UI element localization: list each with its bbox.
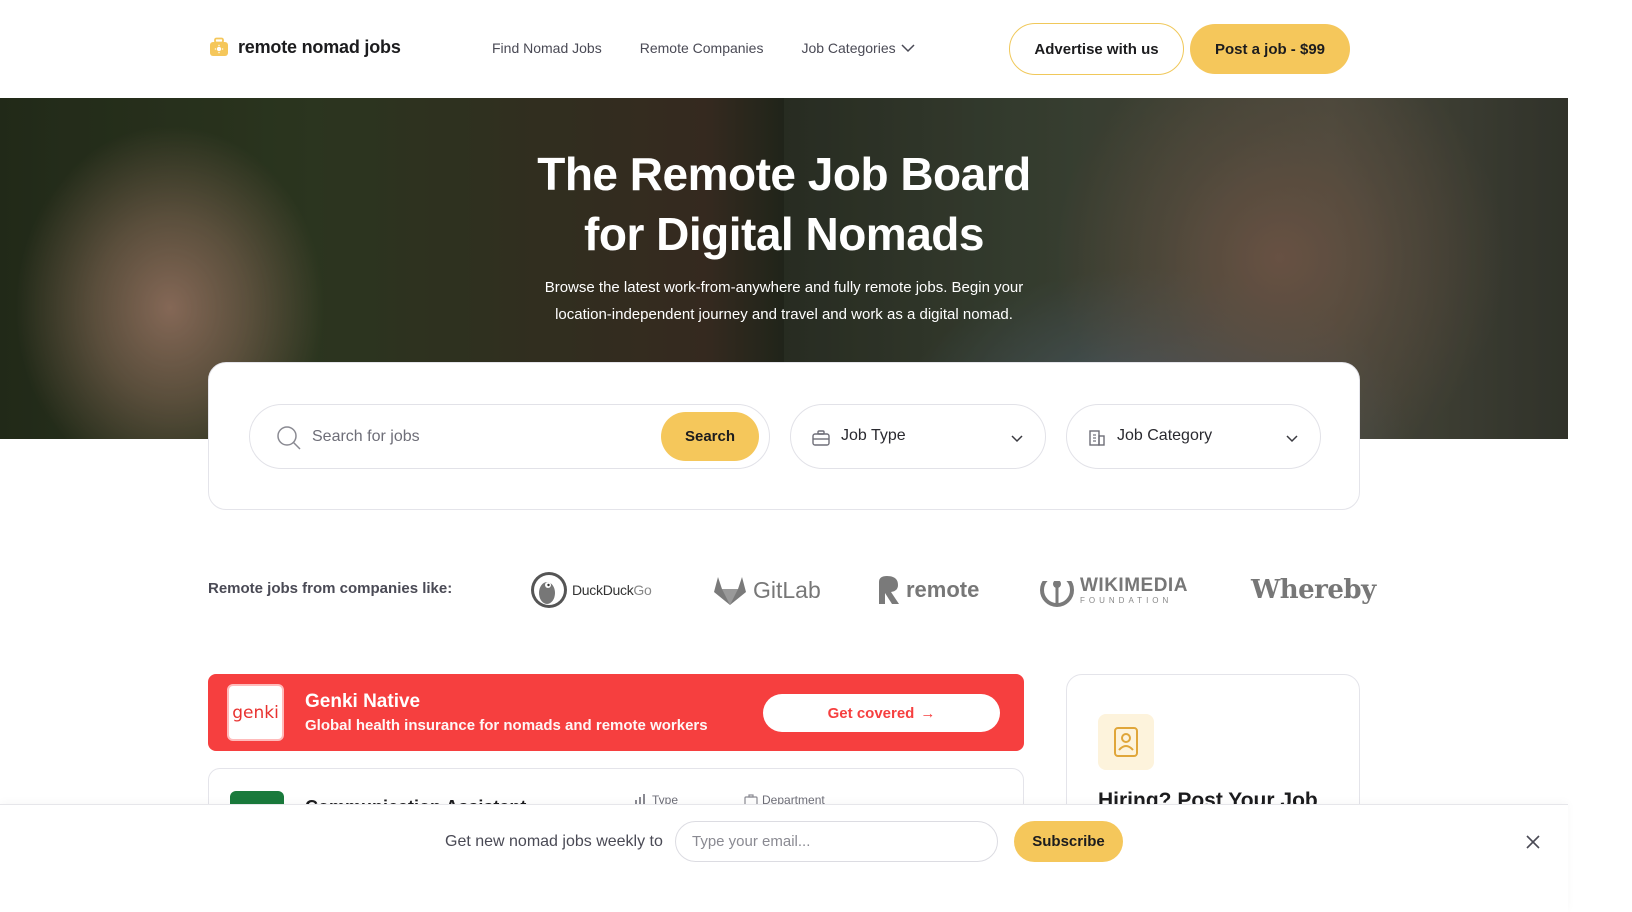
company-logo-gitlab[interactable]: GitLab [713,570,821,610]
id-badge-icon [1098,714,1154,770]
nav-find-jobs[interactable]: Find Nomad Jobs [492,40,602,56]
job-type-label: Job Type [841,427,906,444]
get-covered-label: Get covered [827,704,915,722]
wikimedia-name: WIKIMEDIA [1080,574,1188,596]
duckduckgo-icon [531,572,567,608]
promo-title: Genki Native [305,691,421,712]
nav-remote-companies-label: Remote Companies [639,40,764,56]
arrow-right-icon: → [920,704,936,722]
job-category-select[interactable]: Job Category [1066,404,1321,469]
hero-subtitle: Browse the latest work-from-anywhere and… [0,274,1568,328]
company-logo-whereby[interactable]: Whereby [1251,570,1376,610]
chevron-down-icon [1011,435,1023,443]
newsletter-label: Get new nomad jobs weekly to [445,833,663,850]
close-icon[interactable] [1524,833,1542,851]
company-logo-remote[interactable]: remote [876,570,979,610]
remote-icon [879,576,899,604]
briefcase-sun-icon [210,37,228,56]
hero-title: The Remote Job Board for Digital Nomads [0,144,1568,264]
newsletter-email-input[interactable] [675,821,998,862]
main-nav: Find Nomad Jobs Remote Companies Job Cat… [492,40,916,56]
wikimedia-icon [1040,573,1074,607]
get-covered-button[interactable]: Get covered → [763,694,1000,732]
hero-title-line2: for Digital Nomads [584,208,984,260]
genki-logo-text: genki [232,702,279,723]
whereby-wordmark: Whereby [1251,575,1376,605]
duckduckgo-wordmark: DuckDuckGo [572,582,652,598]
logo-text: remote nomad jobs [238,36,401,57]
company-logo-duckduckgo[interactable]: DuckDuckGo [530,570,652,610]
subscribe-button[interactable]: Subscribe [1014,821,1123,862]
promo-subtitle: Global health insurance for nomads and r… [305,717,708,734]
search-input[interactable] [312,423,642,451]
gitlab-icon [714,577,746,605]
briefcase-icon [812,430,830,446]
gitlab-wordmark: GitLab [753,576,821,603]
hero-subtitle-line1: Browse the latest work-from-anywhere and… [544,279,1024,296]
logo[interactable]: remote nomad jobs [208,36,401,58]
chevron-down-icon [901,44,915,53]
nav-job-categories[interactable]: Job Categories [801,40,915,56]
search-box: Search [249,404,770,469]
duckduckgo-wordmark-part2: Go [633,582,652,598]
wikimedia-wordmark: WIKIMEDIA FOUNDATION [1080,576,1188,605]
search-panel: Search Job Type Job Category [208,362,1360,510]
hero-title-line1: The Remote Job Board [537,148,1031,200]
job-type-select[interactable]: Job Type [790,404,1046,469]
advertise-button[interactable]: Advertise with us [1009,23,1184,75]
wikimedia-sub: FOUNDATION [1080,595,1173,605]
remote-wordmark: remote [906,577,980,602]
companies-label: Remote jobs from companies like: [208,580,453,597]
hero-subtitle-line2: location-independent journey and travel … [555,306,1013,323]
site-header: remote nomad jobs Find Nomad Jobs Remote… [0,0,1568,98]
duckduckgo-wordmark-part1: DuckDuck [572,582,634,598]
nav-find-jobs-label: Find Nomad Jobs [492,40,602,56]
search-icon [277,426,301,450]
newsletter-bar: Get new nomad jobs weekly to Subscribe [0,804,1568,912]
chevron-down-icon [1286,435,1298,443]
post-job-button[interactable]: Post a job - $99 [1190,24,1350,74]
genki-logo: genki [227,684,284,741]
job-category-label: Job Category [1117,427,1213,444]
building-icon [1089,430,1105,446]
search-button[interactable]: Search [661,412,759,461]
nav-job-categories-label: Job Categories [801,40,896,56]
nav-remote-companies[interactable]: Remote Companies [640,40,764,56]
promo-banner[interactable]: genki Genki Native Global health insuran… [208,674,1024,751]
company-logo-wikimedia[interactable]: WIKIMEDIA FOUNDATION [1040,570,1188,610]
